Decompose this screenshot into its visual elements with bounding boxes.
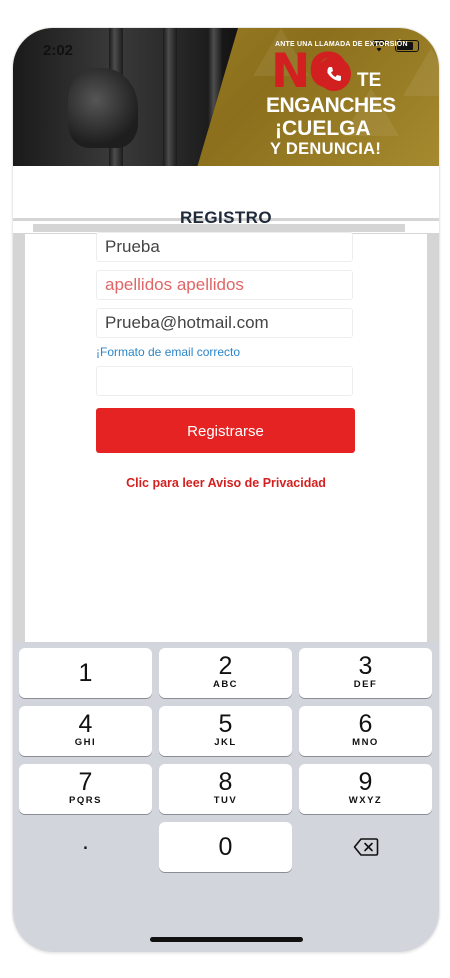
backspace-icon [353,838,378,856]
page-title: REGISTRO [180,208,272,227]
banner-pattern [403,48,439,96]
key-number: 0 [218,833,233,861]
key-2[interactable]: 2 ABC [159,648,292,698]
key-4[interactable]: 4 GHI [19,706,152,756]
home-indicator[interactable] [150,937,303,942]
register-button[interactable]: Registrarse [96,408,355,453]
name-field[interactable] [96,232,353,262]
key-number: 3 [358,652,373,680]
window-bar [208,28,222,166]
key-8[interactable]: 8 TUV [159,764,292,814]
key-9[interactable]: 9 WXYZ [299,764,432,814]
window-bar [163,28,177,166]
banner-line-3: Y DENUNCIA! [270,140,382,158]
key-number: 9 [358,768,373,796]
key-number: 7 [78,768,93,796]
key-6[interactable]: 6 MNO [299,706,432,756]
key-number: 6 [358,710,373,738]
key-letters: ABC [212,679,239,690]
key-7[interactable]: 7 PQRS [19,764,152,814]
key-letters: DEF [353,679,378,690]
key-number: 2 [218,652,233,680]
phone-handset-icon [317,57,351,91]
key-letters: PQRS [69,795,102,806]
key-3[interactable]: 3 DEF [299,648,432,698]
banner-line-2: ¡CUELGA [275,117,371,140]
key-dot[interactable]: . [19,822,152,872]
key-number: 1 [78,659,93,687]
key-number: 5 [218,710,233,738]
privacy-notice-link[interactable]: Clic para leer Aviso de Privacidad [13,476,439,490]
email-field[interactable] [96,308,353,338]
phone-screen: 2:02 ANTE UNA LLAMADA DE EXTORSIÓN NO TE… [13,28,439,952]
key-letters: WXYZ [348,795,383,806]
key-letters: GHI [74,737,97,748]
key-5[interactable]: 5 JKL [159,706,292,756]
key-letters: JKL [214,737,237,748]
banner-te-text: TE [357,70,382,91]
email-format-hint: ¡Formato de email correcto [96,345,241,359]
key-0[interactable]: 0 [159,822,292,872]
phone-field[interactable] [96,366,353,396]
key-letters: MNO [352,737,379,748]
key-number: 4 [78,710,93,738]
status-time: 2:02 [43,42,74,59]
banner-line-1: ENGANCHES [266,94,396,117]
extortion-banner: 2:02 ANTE UNA LLAMADA DE EXTORSIÓN NO TE… [13,28,439,166]
lastname-field[interactable] [96,270,353,300]
key-1[interactable]: 1 [19,648,152,698]
backspace-key[interactable] [299,822,432,872]
key-letters: TUV [213,795,238,806]
key-number: 8 [218,768,233,796]
hand-silhouette [68,68,138,148]
